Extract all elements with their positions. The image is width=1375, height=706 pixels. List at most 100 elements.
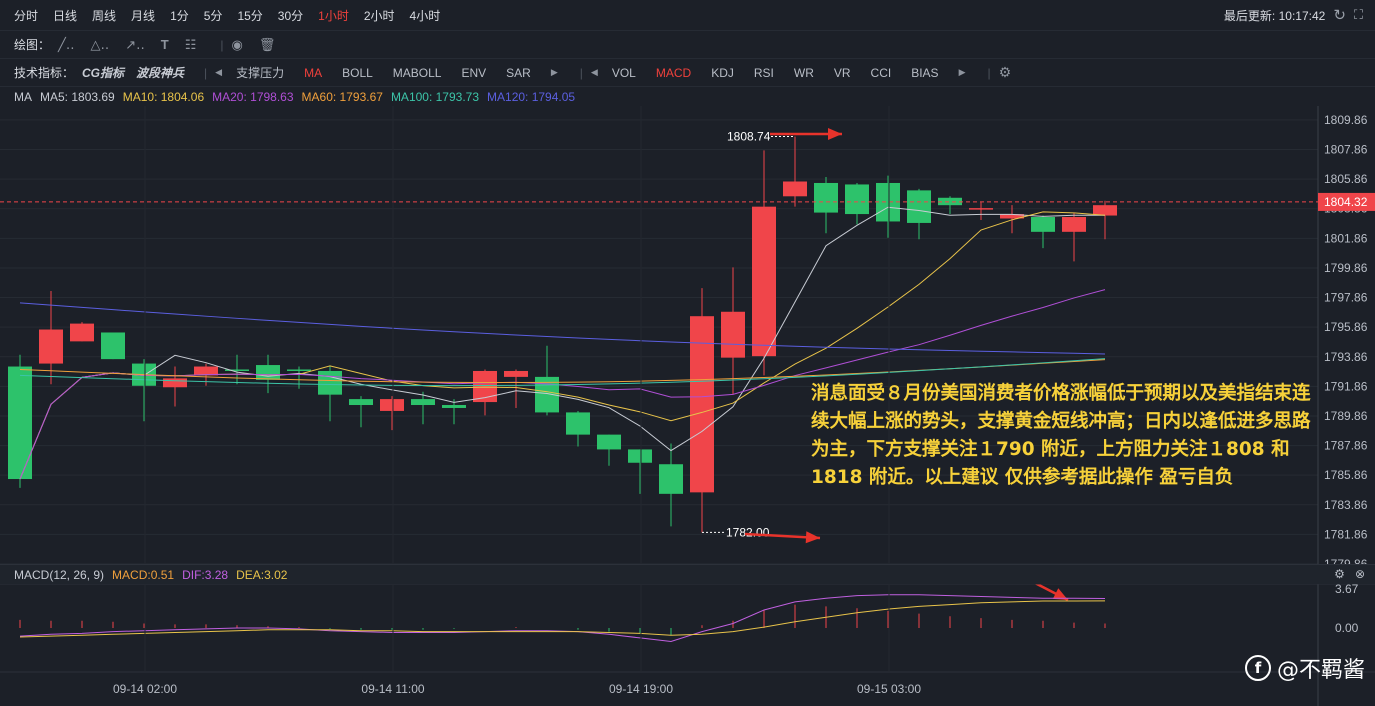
candle-body — [752, 206, 776, 357]
candle-body — [1093, 205, 1117, 216]
period-tab[interactable]: 30分 — [278, 7, 303, 24]
candle-body — [721, 311, 745, 358]
ma-legend-item: MA20: 1798.63 — [212, 89, 294, 104]
scroll-right-icon[interactable]: ▶ — [551, 67, 558, 78]
y-tick-label: 1797.86 — [1324, 291, 1368, 305]
special-indicator[interactable]: CG指标 — [82, 66, 124, 80]
macd-legend-item: DIF:3.28 — [182, 567, 229, 582]
period-tab[interactable]: 1分 — [170, 7, 189, 24]
candle-body — [1062, 217, 1086, 232]
candle-body — [163, 378, 187, 388]
candle-body — [969, 208, 993, 210]
sub-indicator-tab[interactable]: WR — [794, 66, 814, 80]
ma-legend-item: MA5: 1803.69 — [40, 89, 115, 104]
y-tick-label: 1795.86 — [1324, 320, 1368, 334]
divider: | — [987, 65, 991, 80]
main-indicator-tab[interactable]: 支撑压力 — [236, 66, 284, 80]
macd-settings-gear-icon[interactable]: ⚙ — [1334, 567, 1345, 581]
sub-indicator-tab[interactable]: CCI — [871, 66, 892, 80]
sub-indicator-tab[interactable]: RSI — [754, 66, 774, 80]
candle-body — [628, 449, 652, 463]
line-segment-icon[interactable]: ╱‥ — [58, 37, 75, 53]
x-tick-label: 09-15 03:00 — [857, 682, 921, 696]
ma-legend-item: MA100: 1793.73 — [390, 89, 480, 104]
trash-icon[interactable]: 🗑 — [259, 37, 276, 53]
label-tool-icon[interactable]: ☷ — [185, 37, 197, 53]
candle-body — [659, 464, 683, 494]
indicators-label: 技术指标： — [14, 66, 75, 80]
fullscreen-icon[interactable]: ⛶ — [1354, 7, 1363, 23]
watermark-text: @不羁酱 — [1276, 658, 1365, 683]
refresh-icon[interactable]: ↻ — [1333, 6, 1346, 24]
period-tab[interactable]: 分时 — [14, 7, 38, 24]
y-tick-label: 1799.86 — [1324, 261, 1368, 275]
sub-indicator-tab[interactable]: KDJ — [711, 66, 734, 80]
macd-controls: ⚙ ⊗ — [1334, 564, 1365, 584]
candle-body — [814, 182, 838, 213]
settings-gear-icon[interactable]: ⚙ — [999, 64, 1012, 81]
main-indicator-tab[interactable]: SAR — [506, 66, 531, 80]
candle-body — [318, 370, 342, 395]
period-tab[interactable]: 15分 — [237, 7, 262, 24]
y-tick-label: 1787.86 — [1324, 439, 1368, 453]
candle-body — [349, 399, 373, 406]
ma-legend-item: MA120: 1794.05 — [487, 89, 576, 104]
period-tab[interactable]: 日线 — [53, 7, 77, 24]
macd-close-icon[interactable]: ⊗ — [1355, 567, 1365, 581]
hide-drawings-icon[interactable]: ◉ — [232, 37, 243, 53]
period-tab[interactable]: 4小时 — [410, 7, 441, 24]
main-indicator-tab[interactable]: MABOLL — [393, 66, 442, 80]
y-tick-label: 1785.86 — [1324, 468, 1368, 482]
divider: | — [579, 65, 583, 80]
period-tab[interactable]: 1小时 — [318, 7, 349, 24]
ma-legend-item: MA — [14, 89, 32, 104]
sub-indicator-tab[interactable]: VOL — [612, 66, 636, 80]
divider: | — [220, 37, 224, 52]
sub-indicator-tab[interactable]: VR — [834, 66, 851, 80]
candle-body — [287, 369, 311, 371]
y-tick-label: 1807.86 — [1324, 143, 1368, 157]
y-tick-label: 1801.86 — [1324, 231, 1368, 245]
text-tool-icon[interactable]: T — [161, 37, 169, 52]
candle-body — [256, 365, 280, 380]
candle-body — [504, 370, 528, 377]
main-indicator-tab[interactable]: BOLL — [342, 66, 373, 80]
arrow-line-icon[interactable]: ↗‥ — [125, 37, 145, 53]
candle-body — [442, 405, 466, 408]
special-indicator[interactable]: 波段神兵 — [136, 66, 184, 80]
macd-tick-label: 3.67 — [1335, 582, 1359, 596]
y-tick-label: 1781.86 — [1324, 527, 1368, 541]
y-tick-label: 1805.86 — [1324, 172, 1368, 186]
candle-body — [380, 399, 404, 411]
candle-body — [101, 332, 125, 360]
period-tab[interactable]: 周线 — [92, 7, 116, 24]
candle-body — [597, 434, 621, 450]
y-tick-label: 1789.86 — [1324, 409, 1368, 423]
scroll-left-icon[interactable]: ◀ — [591, 67, 598, 78]
candle-body — [566, 412, 590, 435]
main-indicator-tab[interactable]: ENV — [461, 66, 486, 80]
triangle-icon[interactable]: △‥ — [91, 37, 110, 53]
macd-legend-item: MACD:0.51 — [112, 567, 175, 582]
macd-legend-item: DEA:3.02 — [236, 567, 288, 582]
scroll-right-icon[interactable]: ▶ — [959, 67, 966, 78]
sub-indicator-tab[interactable]: MACD — [656, 66, 691, 80]
period-tab[interactable]: 2小时 — [364, 7, 395, 24]
scroll-left-icon[interactable]: ◀ — [215, 67, 222, 78]
y-tick-label: 1809.86 — [1324, 113, 1368, 127]
candle-body — [1031, 217, 1055, 232]
candle-body — [8, 366, 32, 480]
last-update-time: 最后更新: 10:17:42 — [1223, 8, 1326, 23]
low-price-annotation: 1782.00 — [726, 525, 770, 539]
candle-body — [39, 329, 63, 364]
ma-legend-item: MA10: 1804.06 — [122, 89, 205, 104]
candle-body — [907, 190, 931, 223]
indicator-toolbar: 技术指标： CG指标 波段神兵 | ◀ 支撑压力 MA BOLL MABOLL ENV SA… — [0, 58, 1375, 86]
main-indicator-tab[interactable]: MA — [304, 66, 322, 80]
period-tab[interactable]: 月线 — [131, 7, 155, 24]
ma-legend: MA MA5: 1803.69 MA10: 1804.06 MA20: 1798.63… — [0, 86, 1375, 106]
period-tab[interactable]: 5分 — [204, 7, 223, 24]
candle-body — [411, 399, 435, 406]
sub-indicator-tab[interactable]: BIAS — [911, 66, 938, 80]
current-price-label: 1804.32 — [1324, 195, 1368, 209]
